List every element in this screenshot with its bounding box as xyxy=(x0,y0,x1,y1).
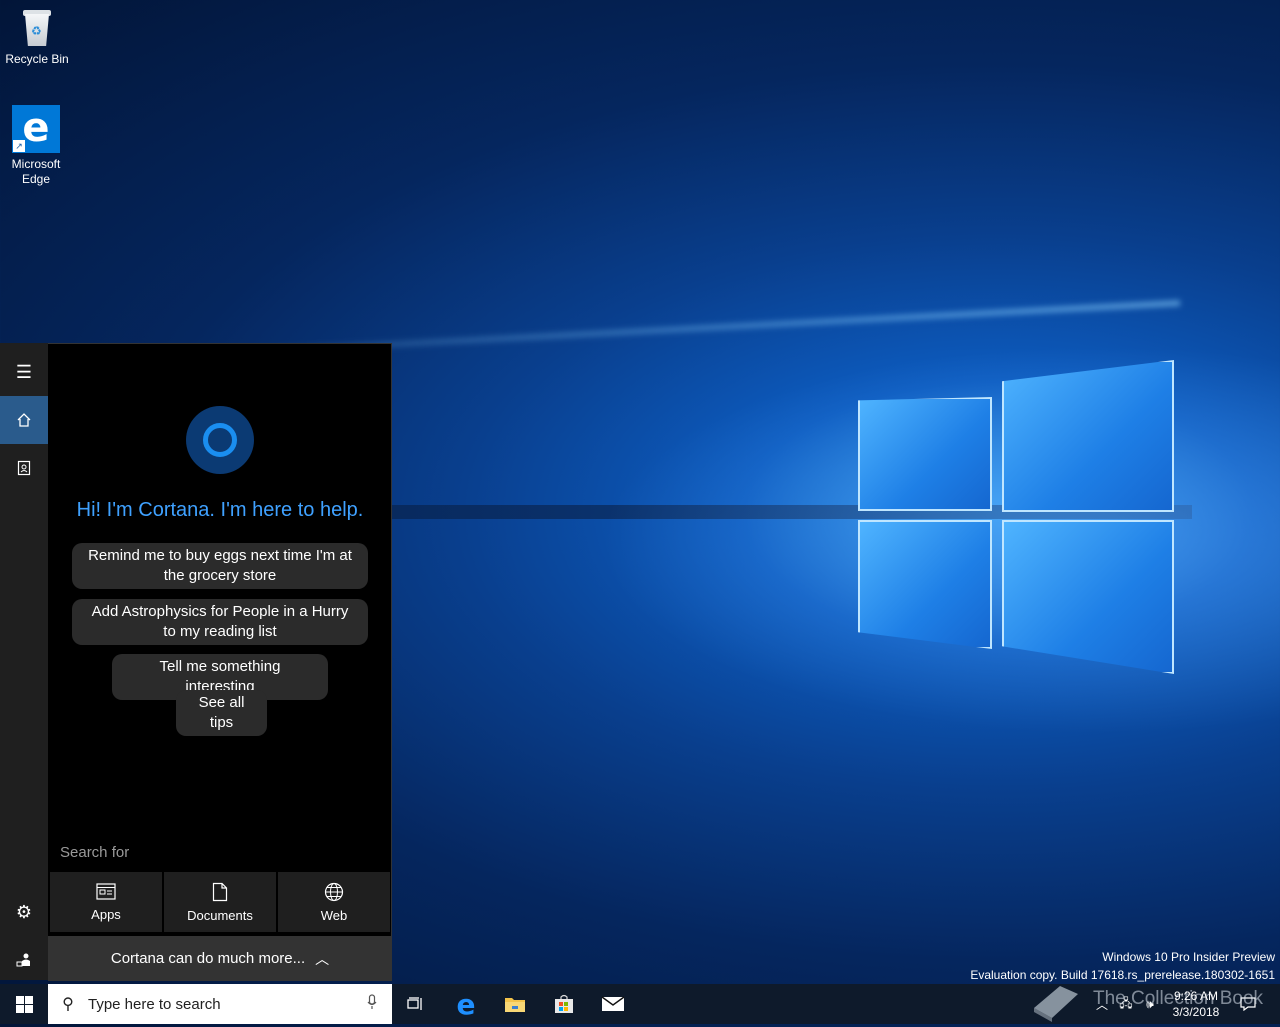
rail-feedback-button[interactable] xyxy=(0,936,48,984)
microphone-icon xyxy=(367,994,377,1009)
search-documents-label: Documents xyxy=(187,907,253,923)
start-button[interactable] xyxy=(0,984,48,1024)
book-watermark-icon xyxy=(1030,978,1082,1022)
search-web-label: Web xyxy=(320,907,348,923)
home-icon xyxy=(17,413,31,427)
apps-icon xyxy=(96,882,116,900)
see-all-tips-chip[interactable]: See all tips xyxy=(176,690,267,736)
search-apps-label: Apps xyxy=(91,906,121,922)
cortana-greeting: Hi! I'm Cortana. I'm here to help. xyxy=(76,499,364,521)
mail-button[interactable] xyxy=(589,984,637,1024)
logo-pane-top-right xyxy=(1002,360,1174,512)
task-view-icon xyxy=(407,997,422,1010)
shortcut-arrow-icon: ↗ xyxy=(13,140,25,152)
taskbar-search-box[interactable]: ⚲ Type here to search xyxy=(48,984,392,1024)
file-explorer-icon xyxy=(505,998,525,1012)
chevron-up-icon: ︿ xyxy=(315,950,330,967)
notebook-icon xyxy=(17,460,31,476)
rail-notebook-button[interactable] xyxy=(0,444,48,492)
feedback-icon xyxy=(16,953,30,967)
task-view-button[interactable] xyxy=(392,984,440,1024)
recycle-bin-icon: ♻ xyxy=(20,8,54,48)
mail-icon xyxy=(601,996,625,1011)
taskbar-clock[interactable]: 9:26 AM 3/3/2018 xyxy=(1168,988,1224,1020)
search-for-label: Search for xyxy=(60,844,130,861)
search-apps-button[interactable]: Apps xyxy=(50,872,162,932)
suggestion-chip[interactable]: Add Astrophysics for People in a Hurry t… xyxy=(72,599,368,645)
clock-date: 3/3/2018 xyxy=(1172,1005,1220,1019)
clock-time: 9:26 AM xyxy=(1173,989,1219,1003)
build-watermark-line1: Windows 10 Pro Insider Preview xyxy=(1102,950,1275,964)
file-explorer-button[interactable] xyxy=(491,984,539,1024)
hamburger-menu-button[interactable]: ☰ xyxy=(0,348,48,396)
menu-icon: ☰ xyxy=(15,361,33,382)
globe-icon xyxy=(324,882,344,901)
windows-start-icon xyxy=(15,995,33,1013)
edge-icon: e xyxy=(456,987,476,1021)
desktop-icon-label: Recycle Bin xyxy=(5,52,69,66)
desktop-icon-label: Microsoft Edge xyxy=(11,157,61,186)
rail-home-button[interactable] xyxy=(0,396,48,444)
search-input[interactable]: Type here to search xyxy=(88,996,352,1013)
logo-pane-bottom-right xyxy=(1002,520,1174,674)
edge-icon: e ↗ xyxy=(12,105,60,153)
cortana-panel: Hi! I'm Cortana. I'm here to help. Remin… xyxy=(48,343,392,981)
cortana-more-label: Cortana can do much more... xyxy=(110,950,306,967)
document-icon xyxy=(212,882,228,901)
rail-settings-button[interactable]: ⚙ xyxy=(0,888,48,936)
cortana-more-button[interactable]: Cortana can do much more... ︿ xyxy=(48,936,392,981)
desktop-icon-microsoft-edge[interactable]: e ↗ Microsoft Edge xyxy=(0,105,72,187)
build-watermark-line2: Evaluation copy. Build 17618.rs_prerelea… xyxy=(970,968,1275,982)
desktop-icon-recycle-bin[interactable]: ♻ Recycle Bin xyxy=(1,8,73,67)
logo-pane-bottom-left xyxy=(858,520,992,649)
taskbar-edge-button[interactable]: e xyxy=(442,984,490,1024)
cortana-rail: ☰ ⚙ xyxy=(0,343,48,980)
logo-pane-top-left xyxy=(858,397,992,511)
suggestion-chip[interactable]: Remind me to buy eggs next time I'm at t… xyxy=(72,543,368,589)
cortana-ring-icon xyxy=(186,406,254,474)
settings-icon: ⚙ xyxy=(15,901,33,922)
store-icon xyxy=(555,994,573,1013)
search-documents-button[interactable]: Documents xyxy=(164,872,276,932)
search-web-button[interactable]: Web xyxy=(278,872,390,932)
search-icon: ⚲ xyxy=(62,996,74,1013)
microphone-button[interactable] xyxy=(352,994,392,1014)
store-button[interactable] xyxy=(540,984,588,1024)
